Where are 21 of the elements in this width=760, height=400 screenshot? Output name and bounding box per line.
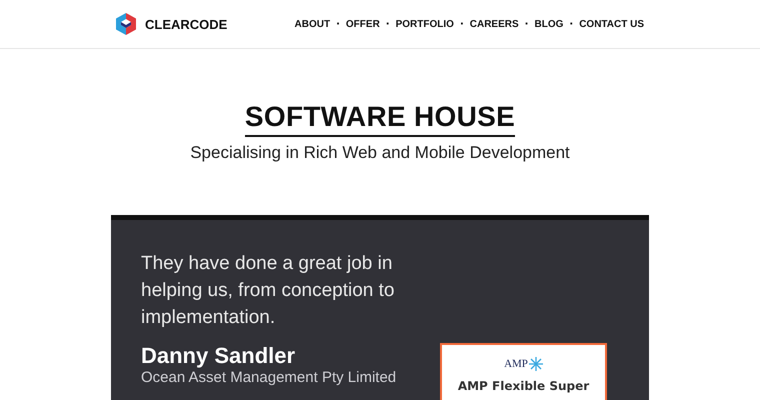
nav-link[interactable]: CAREERS <box>470 18 519 30</box>
nav-link[interactable]: BLOG <box>534 18 564 30</box>
nav-link[interactable]: ABOUT <box>294 18 330 30</box>
brand-name: CLEARCODE <box>145 16 228 32</box>
nav-link[interactable]: PORTFOLIO <box>396 18 454 30</box>
nav-link[interactable]: OFFER <box>346 18 380 30</box>
card-title: AMP Flexible Super <box>458 379 590 393</box>
author-company: Ocean Asset Management Pty Limited <box>141 369 398 386</box>
testimonial-quote: They have done a great job in helping us, from conception to implementation. <box>141 252 396 330</box>
nav-separator: · <box>336 18 340 30</box>
logo-icon <box>116 13 136 35</box>
nav-separator: · <box>524 18 528 30</box>
starburst-icon <box>528 357 543 371</box>
nav-separator: · <box>569 18 574 30</box>
nav-link[interactable]: CONTACT US <box>579 18 644 30</box>
page-subtitle: Specialising in Rich Web and Mobile Development <box>190 143 570 163</box>
author-name: Danny Sandler <box>141 343 296 369</box>
client-logo-text: AMP <box>504 358 528 370</box>
page-title: SOFTWARE HOUSE <box>244 101 516 137</box>
nav-separator: · <box>460 18 464 30</box>
nav-separator: · <box>386 18 390 30</box>
